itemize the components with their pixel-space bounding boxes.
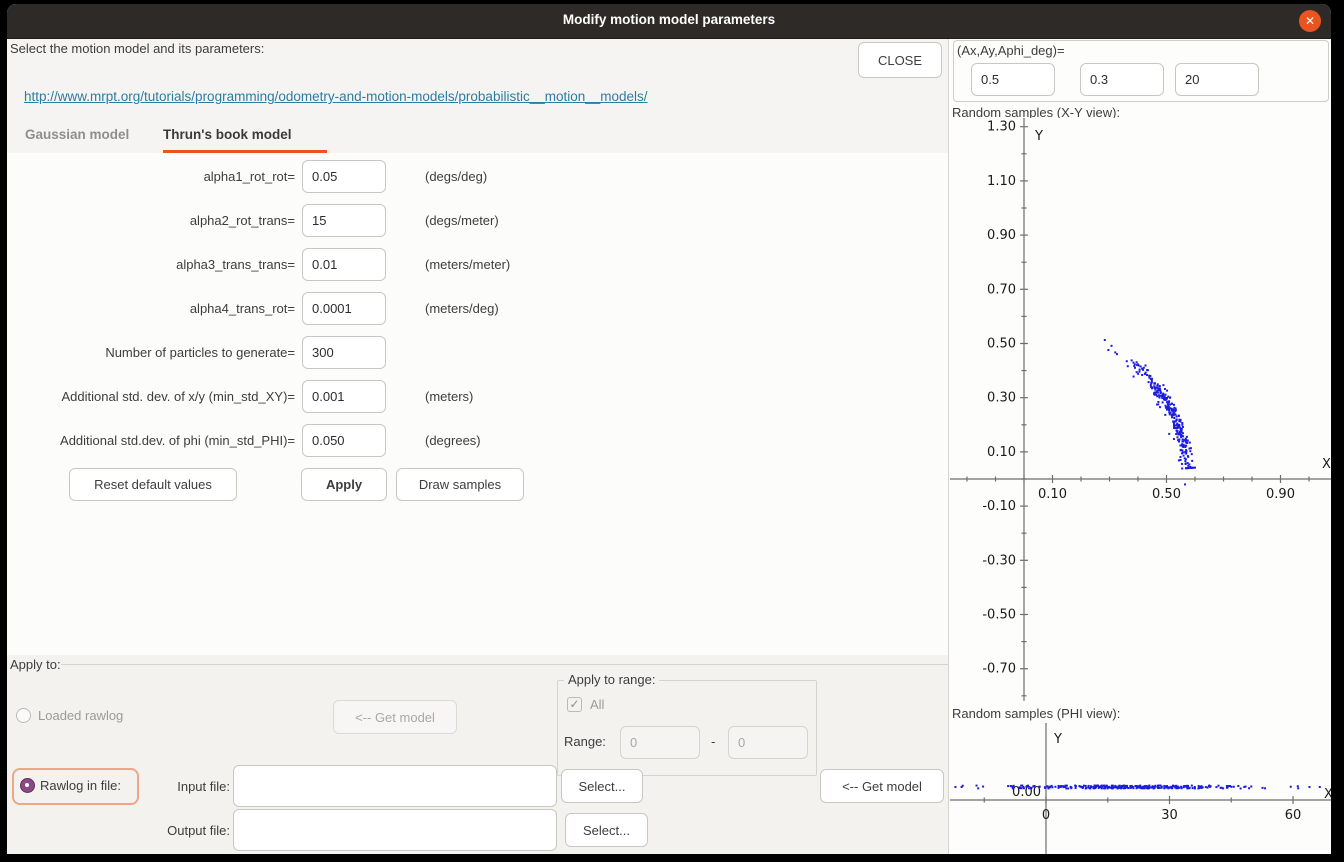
dialog-window: Modify motion model parameters ✕ Select …: [7, 4, 1331, 854]
svg-text:1.10: 1.10: [987, 174, 1016, 189]
phi-plot-title: Random samples (PHI view):: [952, 706, 1120, 721]
alpha2-input[interactable]: 15: [302, 204, 386, 237]
all-checkbox[interactable]: ✓: [567, 697, 582, 712]
thrun-model-form: alpha1_rot_rot= 0.05 (degs/deg) alpha2_r…: [7, 153, 948, 655]
svg-text:-0.30: -0.30: [982, 553, 1016, 568]
draw-samples-button[interactable]: Draw samples: [396, 468, 524, 501]
tab-bar: Gaussian model Thrun's book model: [7, 118, 948, 154]
window-close-button[interactable]: ✕: [1299, 10, 1321, 32]
input-file-label: Input file:: [7, 779, 230, 794]
alpha3-label: alpha3_trans_trans=: [7, 257, 295, 272]
svg-text:X: X: [1324, 787, 1331, 802]
min-std-phi-label: Additional std.dev. of phi (min_std_PHI)…: [7, 433, 295, 448]
svg-text:Y: Y: [1053, 732, 1062, 747]
svg-text:Y: Y: [1034, 129, 1043, 144]
tab-thrun-book-model[interactable]: Thrun's book model: [163, 127, 291, 142]
svg-text:-0.10: -0.10: [982, 499, 1016, 514]
svg-text:0.30: 0.30: [987, 391, 1016, 406]
svg-text:-0.50: -0.50: [982, 608, 1016, 623]
output-file-label: Output file:: [7, 823, 230, 838]
get-model-button[interactable]: <-- Get model: [820, 769, 944, 803]
min-std-xy-label: Additional std. dev. of x/y (min_std_XY)…: [7, 389, 295, 404]
particles-input[interactable]: 300: [302, 336, 386, 369]
svg-text:-0.70: -0.70: [982, 662, 1016, 677]
range-dash: -: [711, 734, 715, 749]
input-file-input[interactable]: [233, 765, 557, 807]
alpha1-input[interactable]: 0.05: [302, 160, 386, 193]
alpha3-input[interactable]: 0.01: [302, 248, 386, 281]
close-dialog-button[interactable]: CLOSE: [858, 42, 942, 78]
pose-increment-label: (Ax,Ay,Aphi_deg)=: [957, 43, 1065, 58]
range-label: Range:: [564, 734, 606, 749]
alpha1-label: alpha1_rot_rot=: [7, 169, 295, 184]
min-std-phi-unit: (degrees): [425, 433, 481, 448]
panel-divider: [948, 39, 949, 854]
svg-text:X: X: [1322, 457, 1331, 472]
svg-text:0: 0: [1042, 808, 1050, 823]
window-title: Modify motion model parameters: [7, 12, 1331, 27]
reset-defaults-button[interactable]: Reset default values: [69, 468, 237, 501]
fieldset-line: [61, 664, 948, 665]
particles-label: Number of particles to generate=: [7, 345, 295, 360]
svg-text:1.30: 1.30: [987, 120, 1016, 135]
output-file-input[interactable]: [233, 809, 557, 851]
check-icon: ✓: [569, 697, 579, 711]
select-model-label: Select the motion model and its paramete…: [10, 41, 264, 56]
min-std-phi-input[interactable]: 0.050: [302, 424, 386, 457]
get-model-button-disabled[interactable]: <-- Get model: [333, 700, 457, 734]
range-to-input[interactable]: 0: [728, 726, 808, 759]
alpha3-unit: (meters/meter): [425, 257, 510, 272]
svg-text:0.70: 0.70: [987, 282, 1016, 297]
alpha4-label: alpha4_trans_rot=: [7, 301, 295, 316]
alpha4-input[interactable]: 0.0001: [302, 292, 386, 325]
alpha4-unit: (meters/deg): [425, 301, 499, 316]
svg-text:0.90: 0.90: [1266, 487, 1295, 502]
svg-text:0.90: 0.90: [987, 228, 1016, 243]
svg-text:0.50: 0.50: [1152, 487, 1181, 502]
svg-text:60: 60: [1285, 808, 1302, 823]
title-bar[interactable]: Modify motion model parameters ✕: [7, 4, 1331, 39]
svg-text:0.10: 0.10: [1038, 487, 1067, 502]
alpha2-unit: (degs/meter): [425, 213, 499, 228]
mrpt-tutorial-link[interactable]: http://www.mrpt.org/tutorials/programmin…: [24, 89, 648, 104]
ay-input[interactable]: 0.3: [1080, 63, 1164, 96]
svg-text:0.50: 0.50: [987, 337, 1016, 352]
loaded-rawlog-label: Loaded rawlog: [38, 708, 123, 723]
apply-button[interactable]: Apply: [301, 468, 387, 501]
select-output-file-button[interactable]: Select...: [565, 813, 648, 847]
select-input-file-button[interactable]: Select...: [561, 769, 643, 803]
ax-input[interactable]: 0.5: [971, 63, 1055, 96]
tab-gaussian-model[interactable]: Gaussian model: [25, 127, 129, 142]
close-icon: ✕: [1305, 14, 1315, 28]
loaded-rawlog-radio[interactable]: [16, 708, 31, 723]
xy-scatter-plot: 0.10 0.50 0.90 1.30 1.10 0.90 0.70 0.50 0.30 0.10…: [950, 118, 1331, 701]
aphi-input[interactable]: 20: [1175, 63, 1259, 96]
alpha1-unit: (degs/deg): [425, 169, 487, 184]
svg-text:30: 30: [1161, 808, 1178, 823]
apply-to-range-legend: Apply to range:: [564, 672, 659, 687]
all-checkbox-label: All: [590, 697, 604, 712]
apply-to-legend: Apply to:: [10, 657, 61, 672]
min-std-xy-input[interactable]: 0.001: [302, 380, 386, 413]
range-from-input[interactable]: 0: [620, 726, 700, 759]
alpha2-label: alpha2_rot_trans=: [7, 213, 295, 228]
apply-to-section: Apply to: Loaded rawlog <-- Get model Ap…: [7, 655, 948, 854]
svg-text:0.10: 0.10: [987, 445, 1016, 460]
phi-scatter-plot: 030600.00XY: [950, 723, 1331, 854]
min-std-xy-unit: (meters): [425, 389, 473, 404]
